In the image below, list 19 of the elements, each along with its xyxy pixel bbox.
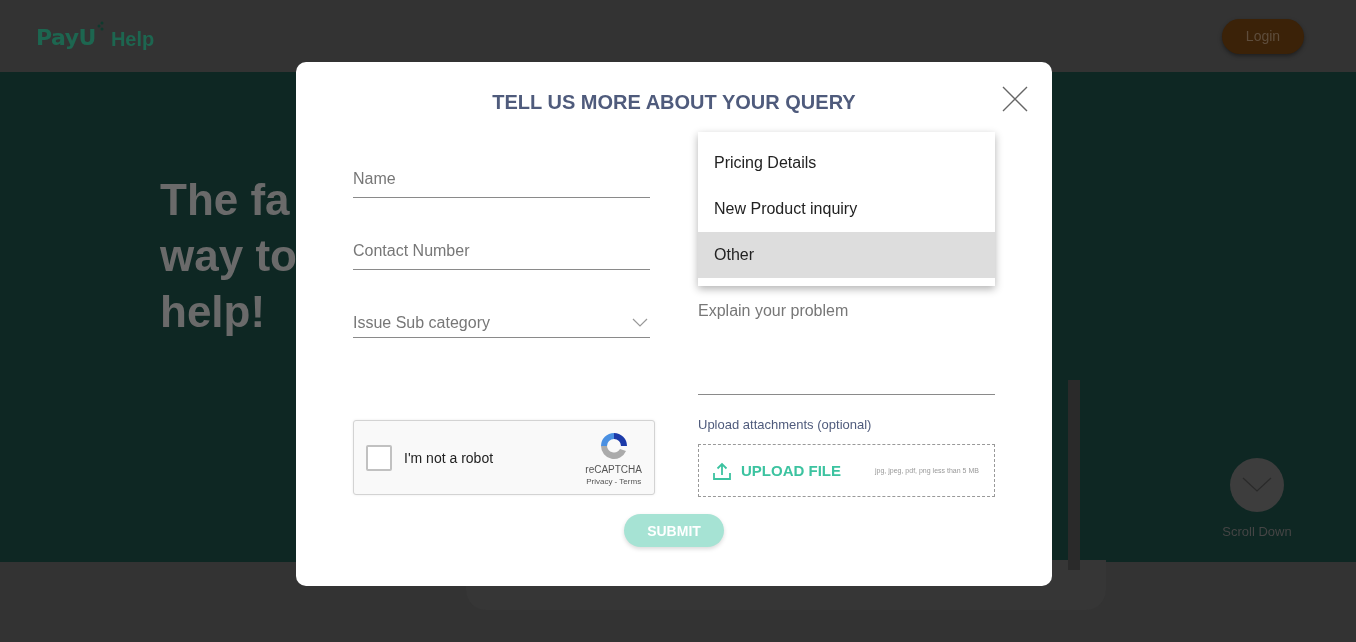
scrollbar-thumb[interactable]	[1068, 380, 1080, 570]
captcha-links[interactable]: Privacy - Terms	[586, 476, 642, 486]
dropdown-option[interactable]: Other	[698, 232, 995, 278]
captcha-brand: reCAPTCHA	[585, 463, 642, 475]
logo-dots-icon	[96, 21, 105, 31]
dialog-title: TELL US MORE ABOUT YOUR QUERY	[491, 90, 857, 115]
captcha-label: I'm not a robot	[404, 449, 495, 466]
checkbox[interactable]	[366, 444, 392, 471]
upload-label: Upload attachments (optional)	[698, 417, 873, 432]
hero-heading-line: help!	[160, 286, 267, 338]
dropdown-option[interactable]: New Product inquiry	[698, 186, 995, 232]
chevron-down-icon	[632, 318, 648, 327]
close-icon[interactable]	[1002, 86, 1028, 112]
hero-heading-line: way to	[160, 230, 297, 282]
scroll-down-button[interactable]	[1230, 458, 1284, 512]
hero-heading-line: The fa	[160, 174, 291, 226]
select-field[interactable]: Issue Sub category	[353, 300, 650, 338]
dropdown-option[interactable]: Pricing Details	[698, 140, 995, 186]
upload-icon	[713, 461, 731, 480]
